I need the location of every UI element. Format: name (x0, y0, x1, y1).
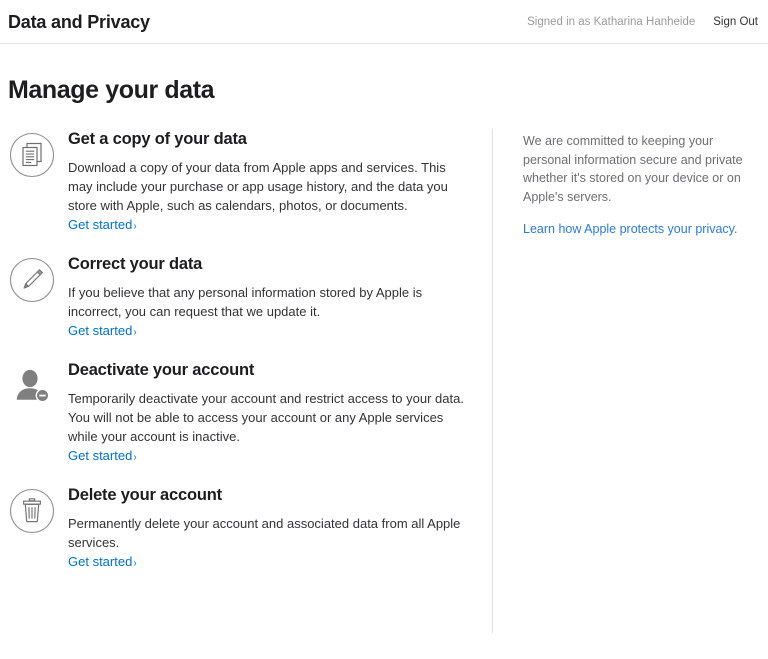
chevron-right-icon: › (133, 452, 137, 464)
get-started-link[interactable]: Get started› (68, 554, 137, 569)
trash-icon (8, 487, 56, 535)
get-started-label: Get started (68, 554, 133, 570)
app-title: Data and Privacy (8, 12, 150, 32)
page-title: Manage your data (8, 76, 215, 104)
section-deactivate-account: Deactivate your account Temporarily deac… (8, 360, 492, 465)
get-started-label: Get started (68, 322, 133, 338)
get-started-label: Get started (68, 216, 133, 232)
header-account-area: Signed in as Katharina Hanheide Sign Out (527, 16, 760, 28)
privacy-commitment-text: We are committed to keeping your persona… (523, 133, 743, 204)
section-title: Delete your account (68, 486, 222, 505)
get-started-link[interactable]: Get started› (68, 217, 137, 232)
section-description: Temporarily deactivate your account and … (68, 390, 464, 444)
section-title: Get a copy of your data (68, 129, 247, 148)
section-body: Delete your account Permanently delete y… (68, 485, 492, 571)
get-started-label: Get started (68, 448, 133, 464)
section-title: Deactivate your account (68, 360, 255, 379)
person-minus-icon (8, 362, 56, 410)
chevron-right-icon: › (133, 326, 137, 338)
section-body: Correct your data If you believe that an… (68, 254, 492, 340)
get-started-link[interactable]: Get started› (68, 448, 137, 463)
chevron-right-icon: › (133, 220, 137, 232)
get-started-link[interactable]: Get started› (68, 323, 137, 338)
learn-privacy-link[interactable]: Learn how Apple protects your privacy. (523, 221, 737, 239)
pencil-icon (8, 256, 56, 304)
privacy-sidebar: We are committed to keeping your persona… (492, 128, 768, 633)
section-description: Download a copy of your data from Apple … (68, 159, 448, 213)
chevron-right-icon: › (133, 558, 137, 570)
section-description: If you believe that any personal informa… (68, 284, 423, 319)
section-title: Correct your data (68, 254, 203, 273)
section-get-copy: Get a copy of your data Download a copy … (8, 129, 492, 234)
section-correct-data: Correct your data If you believe that an… (8, 254, 492, 340)
section-delete-account: Delete your account Permanently delete y… (8, 485, 492, 571)
section-body: Deactivate your account Temporarily deac… (68, 360, 492, 465)
section-body: Get a copy of your data Download a copy … (68, 129, 492, 234)
section-description: Permanently delete your account and asso… (68, 515, 461, 550)
sections-column: Get a copy of your data Download a copy … (0, 129, 492, 571)
signed-in-status: Signed in as Katharina Hanheide (527, 15, 696, 28)
documents-copy-icon (8, 131, 56, 179)
sign-out-link[interactable]: Sign Out (713, 16, 758, 28)
app-header: Data and Privacy Signed in as Katharina … (0, 0, 768, 44)
content-area: Get a copy of your data Download a copy … (0, 128, 768, 633)
